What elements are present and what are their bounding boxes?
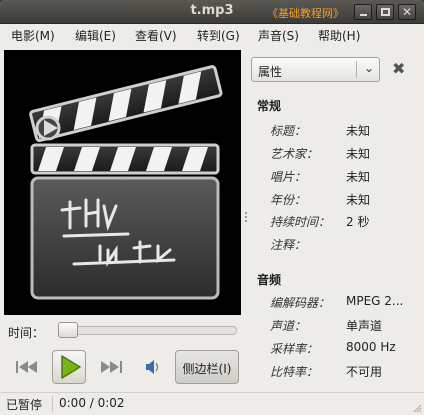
prop-album-value: 未知	[346, 170, 371, 184]
menu-view[interactable]: 查看(V)	[135, 27, 177, 44]
time-label: 时间：	[8, 326, 45, 340]
prop-codec-value: MPEG 2...	[346, 294, 404, 308]
prop-year-label: 年份：	[270, 193, 307, 207]
prop-codec-label: 编解码器：	[270, 296, 331, 310]
prop-samplerate-value: 8000 Hz	[346, 340, 396, 354]
prop-title-value: 未知	[346, 124, 371, 138]
minimize-button[interactable]	[354, 4, 372, 20]
skip-forward-icon	[101, 361, 122, 373]
prop-bitrate-value: 不可用	[346, 365, 383, 379]
prop-title-label: 标题：	[270, 124, 307, 138]
prop-year-value: 未知	[346, 193, 371, 207]
prop-channels-value: 单声道	[346, 319, 383, 333]
prop-channels-label: 声道：	[270, 319, 307, 333]
sidebar-select-label: 属性	[258, 65, 283, 79]
play-icon	[61, 355, 81, 379]
menu-go[interactable]: 转到(G)	[197, 27, 240, 44]
video-area[interactable]	[4, 50, 241, 315]
select-divider	[356, 61, 357, 78]
prop-bitrate-label: 比特率：	[270, 365, 319, 379]
prop-duration-label: 持续时间：	[270, 215, 331, 229]
menu-sound[interactable]: 声音(S)	[258, 27, 299, 44]
maximize-button[interactable]	[376, 4, 394, 20]
sidebar-toggle-label: 侧边栏(I)	[182, 362, 232, 376]
prop-comment-label: 注释：	[270, 238, 307, 252]
next-button[interactable]	[96, 350, 126, 384]
status-divider	[52, 396, 53, 412]
section-audio-heading: 音频	[257, 273, 282, 287]
volume-icon	[146, 360, 159, 374]
totem-window: t.mp3 《基础教程网》 ✕ 电影(M) 编辑(E) 查看(V) 转到(G) …	[0, 0, 424, 415]
minimize-icon	[360, 14, 367, 16]
prop-artist-label: 艺术家：	[270, 147, 319, 161]
time-readout: 0:00 / 0:02	[59, 396, 125, 410]
menu-movie[interactable]: 电影(M)	[11, 27, 55, 44]
play-button[interactable]	[52, 350, 86, 384]
clapperboard-icon	[29, 65, 223, 300]
resize-grip-icon[interactable]	[412, 403, 422, 413]
playback-status: 已暂停	[6, 398, 43, 412]
seek-slider-thumb[interactable]	[58, 322, 78, 338]
status-bar: 已暂停 0:00 / 0:02	[0, 392, 424, 415]
window-close-button[interactable]: ✕	[398, 4, 416, 20]
close-icon: ✕	[401, 5, 413, 19]
prop-artist-value: 未知	[346, 147, 371, 161]
seek-slider[interactable]	[58, 326, 237, 335]
watermark: 《基础教程网》	[267, 7, 344, 20]
skip-back-icon	[16, 361, 37, 373]
sidebar-close-icon[interactable]: ✖	[392, 59, 405, 78]
pane-splitter[interactable]	[244, 210, 248, 226]
sidebar-toggle-button[interactable]: 侧边栏(I)	[175, 350, 239, 384]
maximize-icon	[381, 8, 390, 16]
prop-album-label: 唱片：	[270, 170, 307, 184]
sidebar-page-select[interactable]: 属性 ⌄	[251, 57, 380, 82]
menu-edit[interactable]: 编辑(E)	[75, 27, 116, 44]
section-general-heading: 常规	[257, 99, 282, 113]
prop-duration-value: 2 秒	[346, 215, 370, 229]
volume-button[interactable]	[142, 350, 162, 384]
prop-samplerate-label: 采样率：	[270, 342, 319, 356]
menu-bar: 电影(M) 编辑(E) 查看(V) 转到(G) 声音(S) 帮助(H)	[0, 24, 424, 46]
title-bar[interactable]: t.mp3 《基础教程网》 ✕	[0, 0, 424, 24]
previous-button[interactable]	[12, 350, 42, 384]
menu-help[interactable]: 帮助(H)	[318, 27, 360, 44]
chevron-down-icon: ⌄	[363, 61, 374, 75]
